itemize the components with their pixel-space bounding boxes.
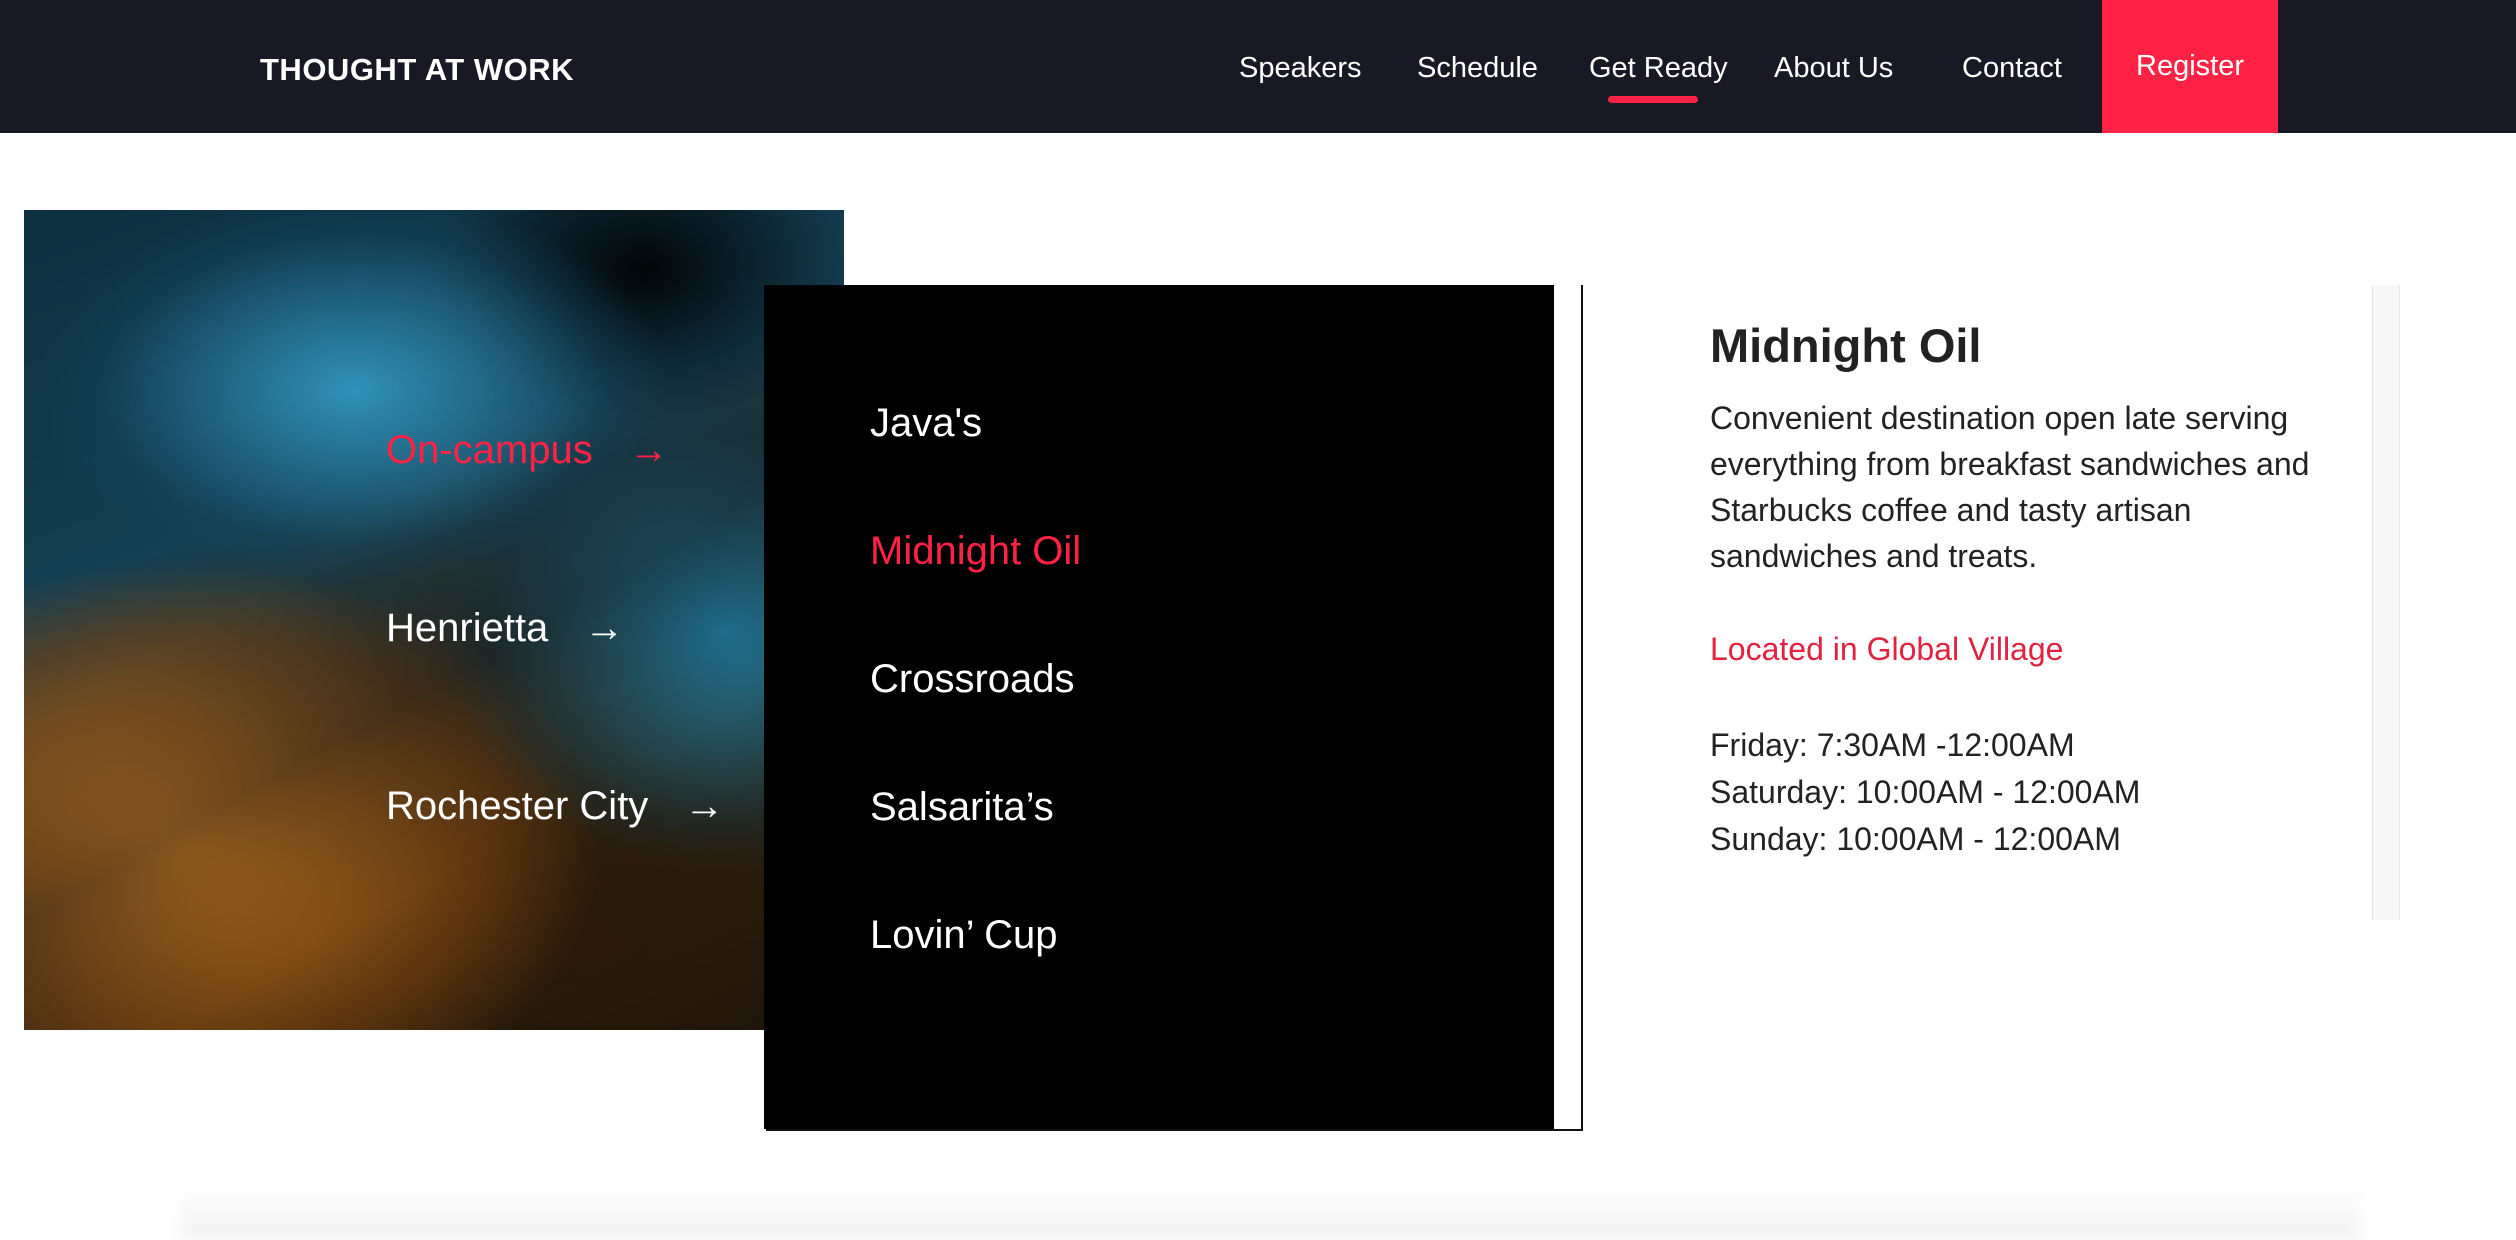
hours-saturday: Saturday: 10:00AM - 12:00AM (1710, 774, 2141, 810)
top-navigation-bar: THOUGHT AT WORK Speakers Schedule Get Re… (0, 0, 2516, 133)
venue-crossroads[interactable]: Crossroads (870, 657, 1075, 702)
arrow-right-icon: → (684, 784, 725, 828)
nav-speakers[interactable]: Speakers (1239, 52, 1362, 85)
venue-hours: Friday: 7:30AM -12:00AM Saturday: 10:00A… (1710, 722, 2350, 863)
location-on-campus[interactable]: On-campus → (386, 428, 669, 473)
section-divider-shadow (180, 1180, 2360, 1240)
venue-midnight-oil[interactable]: Midnight Oil (870, 529, 1081, 574)
hours-sunday: Sunday: 10:00AM - 12:00AM (1710, 821, 2121, 857)
venue-detail-panel: Midnight Oil Convenient destination open… (1710, 318, 2350, 863)
location-label: On-campus (386, 428, 593, 472)
nav-get-ready[interactable]: Get Ready (1589, 52, 1728, 85)
venue-lovins-cup[interactable]: Lovin’ Cup (870, 913, 1058, 958)
venue-salsaritas[interactable]: Salsarita’s (870, 785, 1054, 830)
register-button[interactable]: Register (2102, 0, 2278, 133)
venue-javas[interactable]: Java's (870, 401, 982, 446)
nav-schedule[interactable]: Schedule (1417, 52, 1538, 85)
hours-friday: Friday: 7:30AM -12:00AM (1710, 727, 2075, 763)
arrow-right-icon: → (628, 428, 669, 472)
active-nav-indicator (1608, 96, 1698, 103)
detail-scrollbar[interactable] (2372, 285, 2400, 920)
brand-logo-text[interactable]: THOUGHT AT WORK (260, 52, 574, 88)
venue-list-card: Java's Midnight Oil Crossroads Salsarita… (764, 285, 1554, 1129)
nav-contact[interactable]: Contact (1962, 52, 2062, 85)
location-rochester-city[interactable]: Rochester City → (386, 784, 724, 829)
venue-detail-title: Midnight Oil (1710, 319, 1982, 372)
location-label: Henrietta (386, 606, 549, 650)
nav-about-us[interactable]: About Us (1774, 52, 1893, 85)
location-label: Rochester City (386, 784, 649, 828)
venue-description: Convenient destination open late serving… (1710, 400, 2310, 574)
arrow-right-icon: → (584, 606, 625, 650)
location-henrietta[interactable]: Henrietta → (386, 606, 624, 651)
venue-location-link[interactable]: Located in Global Village (1710, 631, 2350, 668)
